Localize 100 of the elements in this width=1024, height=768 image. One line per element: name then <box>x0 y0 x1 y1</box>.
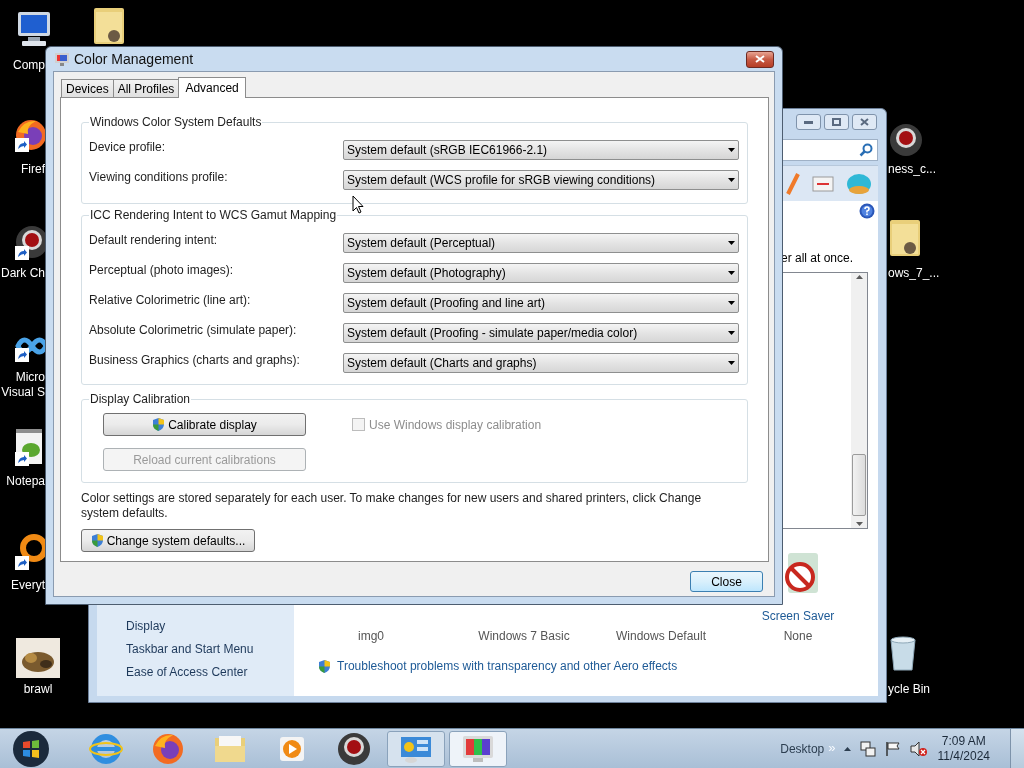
setting-label: Viewing conditions profile: <box>89 170 229 185</box>
desktop-shortcut[interactable] <box>14 532 48 570</box>
sidebar-link[interactable]: Taskbar and Start Menu <box>126 642 294 657</box>
change-system-defaults-button[interactable]: Change system defaults... <box>81 529 255 552</box>
profile-dropdown[interactable]: System default (Proofing and line art) <box>343 293 739 313</box>
close-window-button[interactable] <box>852 114 877 130</box>
tab[interactable]: All Profiles <box>112 79 180 97</box>
maximize-button[interactable] <box>824 114 849 130</box>
shortcut-arrow-icon <box>15 556 29 570</box>
desktop-icon-label: ness_c... <box>888 162 938 177</box>
desktop-icon-label: Dark Ch <box>0 266 45 281</box>
setting-label: Perceptual (photo images): <box>89 263 235 278</box>
profile-dropdown[interactable]: System default (WCS profile for sRGB viewing conditions) <box>343 170 739 190</box>
shield-icon <box>152 417 166 432</box>
volume-muted-icon[interactable] <box>909 740 928 757</box>
folder-icon <box>888 218 922 258</box>
tab[interactable]: Advanced <box>178 77 246 98</box>
group-title: ICC Rendering Intent to WCS Gamut Mapping <box>89 208 338 222</box>
personalize-item-value: None <box>783 629 813 644</box>
desktop-shortcut[interactable] <box>888 218 922 258</box>
dropdown-arrow-icon <box>728 361 735 365</box>
personalize-item-value: Windows Default <box>615 629 706 644</box>
desktop-icon-label: Everyt <box>10 578 45 593</box>
desktop-icon-label: ows_7_... <box>888 266 941 281</box>
scroll-thumb[interactable] <box>852 454 866 516</box>
shortcut-arrow-icon <box>15 452 29 466</box>
minimize-button[interactable] <box>796 114 821 130</box>
sidebar-link[interactable]: Display <box>126 619 294 634</box>
profile-dropdown[interactable]: System default (Proofing - simulate paper/media color) <box>343 323 739 343</box>
dropdown-arrow-icon <box>728 178 735 182</box>
flag-icon[interactable] <box>884 740 901 757</box>
personalize-item-link[interactable]: Screen Saver <box>761 609 835 624</box>
round-app-icon <box>888 122 924 158</box>
desktop-icon-label: Micro <box>14 370 45 385</box>
taskbar-button[interactable] <box>449 730 507 767</box>
firefox-icon <box>151 731 185 766</box>
help-icon[interactable] <box>859 203 875 219</box>
profile-dropdown[interactable]: System default (Photography) <box>343 263 739 283</box>
calibrate-display-button[interactable]: Calibrate display <box>103 413 306 436</box>
desktop-icon-label: ycle Bin <box>888 682 932 697</box>
network-icon[interactable] <box>859 740 876 757</box>
desktop-shortcut[interactable] <box>92 6 126 46</box>
scrollbar[interactable] <box>851 273 867 528</box>
close-icon <box>755 55 765 63</box>
browser-e-icon <box>89 732 123 765</box>
shield-icon <box>318 659 331 674</box>
window-title: Color Management <box>74 49 194 69</box>
monitor-icon <box>461 733 495 764</box>
close-icon <box>860 118 869 126</box>
card-icon[interactable] <box>812 175 834 192</box>
desktop-icon-label: brawl <box>22 682 54 697</box>
personalize-item-value: img0 <box>358 629 384 644</box>
scroll-down-icon[interactable] <box>855 522 863 526</box>
close-button[interactable]: Close <box>690 571 763 592</box>
setting-label: Device profile: <box>89 140 167 155</box>
start-orb-icon[interactable] <box>12 729 50 768</box>
setting-label: Default rendering intent: <box>89 233 219 248</box>
clock-date[interactable]: 11/4/2024 <box>937 748 990 764</box>
shortcut-arrow-icon <box>15 348 29 362</box>
shield-icon <box>90 533 104 548</box>
shortcut-arrow-icon <box>15 138 29 152</box>
sidebar-link[interactable]: Ease of Access Center <box>126 665 294 680</box>
profile-dropdown[interactable]: System default (sRGB IEC61966-2.1) <box>343 140 739 160</box>
profile-dropdown[interactable]: System default (Perceptual) <box>343 233 739 253</box>
mouse-cursor-icon <box>352 195 364 214</box>
dropdown-arrow-icon <box>728 271 735 275</box>
setting-label: Business Graphics (charts and graphs): <box>89 353 301 368</box>
dropdown-arrow-icon <box>728 331 735 335</box>
desktop-shortcut[interactable] <box>14 118 48 152</box>
minimize-icon <box>804 120 813 124</box>
folder-icon <box>92 6 126 46</box>
setting-label: Relative Colorimetric (line art): <box>89 293 252 308</box>
desktop-shortcut[interactable] <box>16 638 60 678</box>
setting-label: Absolute Colorimetric (simulate paper): <box>89 323 298 338</box>
search-icon <box>859 143 873 157</box>
close-window-button[interactable] <box>746 50 774 68</box>
personalize-item-value: Windows 7 Basic <box>478 629 570 644</box>
group-title: Display Calibration <box>89 392 192 406</box>
desktop-shortcut[interactable] <box>888 122 924 158</box>
profile-dropdown[interactable]: System default (Charts and graphs) <box>343 353 739 373</box>
tab[interactable]: Devices <box>61 79 114 97</box>
caret-up-icon[interactable] <box>843 746 851 751</box>
shortcut-arrow-icon <box>15 246 29 260</box>
checkbox-label: Use Windows display calibration <box>369 416 542 434</box>
desktop-shortcut[interactable] <box>14 428 44 466</box>
dropdown-arrow-icon <box>728 148 735 152</box>
desktop-icon-label: Notepa <box>5 474 45 489</box>
maximize-icon <box>832 118 841 126</box>
monitor-icon <box>55 52 69 66</box>
desktop-icon-label: Visual S <box>0 385 45 400</box>
clock-time[interactable]: 7:09 AM <box>941 733 986 749</box>
desktop-icon-label: Comp <box>12 58 45 73</box>
troubleshoot-link[interactable]: Troubleshoot problems with transparency and other Aero effects <box>337 659 678 674</box>
group-title: Windows Color System Defaults <box>89 115 263 129</box>
scroll-up-icon[interactable] <box>855 275 863 279</box>
desktop-icon-label: Firef <box>20 162 45 177</box>
round-app-icon <box>336 730 372 767</box>
dropdown-arrow-icon <box>728 241 735 245</box>
toolbar-label[interactable]: Desktop <box>780 739 825 758</box>
info-text: Color settings are stored separately for each user. To make changes for new users and shared printers, click Change system defaults. <box>81 491 703 521</box>
